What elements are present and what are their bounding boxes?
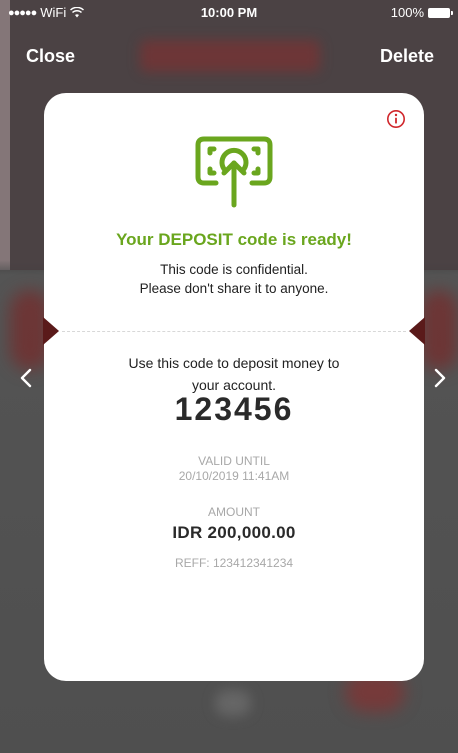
background-bottom-blob-2 [215, 690, 251, 716]
deposit-code: 123456 [174, 391, 294, 427]
confidential-line-1: This code is confidential. [160, 262, 308, 277]
chevron-left-icon[interactable] [16, 364, 36, 392]
valid-until-value: 20/10/2019 11:41AM [178, 469, 290, 483]
deposit-code-card: Your DEPOSIT code is ready! This code is… [43, 93, 425, 681]
card-notch-right [409, 317, 425, 345]
delete-button[interactable]: Delete [380, 46, 434, 67]
battery-percentage: 100% [390, 5, 424, 20]
valid-until-label: VALID UNTIL [198, 454, 270, 468]
chevron-right-icon[interactable] [430, 364, 450, 392]
battery-icon [428, 7, 453, 18]
info-icon[interactable] [386, 109, 406, 129]
card-notch-left [43, 317, 59, 345]
confidential-line-2: Please don't share it to anyone. [139, 281, 329, 296]
deposit-money-icon [195, 136, 273, 208]
status-time: 10:00 PM [200, 5, 258, 20]
amount-value: IDR 200,000.00 [172, 523, 296, 542]
status-bar: ●●●●● WiFi 10:00 PM 100% [0, 0, 458, 24]
close-button[interactable]: Close [26, 46, 75, 67]
background-card-right [420, 290, 458, 370]
deposit-code-ready-title: Your DEPOSIT code is ready! [116, 230, 352, 249]
amount-label: AMOUNT [208, 505, 260, 519]
status-right: 100% [390, 5, 453, 20]
background-header-blur [140, 40, 320, 72]
deposit-instruction: Use this code to deposit money to your a… [84, 352, 384, 396]
card-divider [62, 331, 406, 332]
reference-number: REFF: 123412341234 [174, 556, 294, 570]
confidential-notice: This code is confidential. Please don't … [44, 260, 424, 298]
instruction-line-1: Use this code to deposit money to [128, 355, 340, 371]
